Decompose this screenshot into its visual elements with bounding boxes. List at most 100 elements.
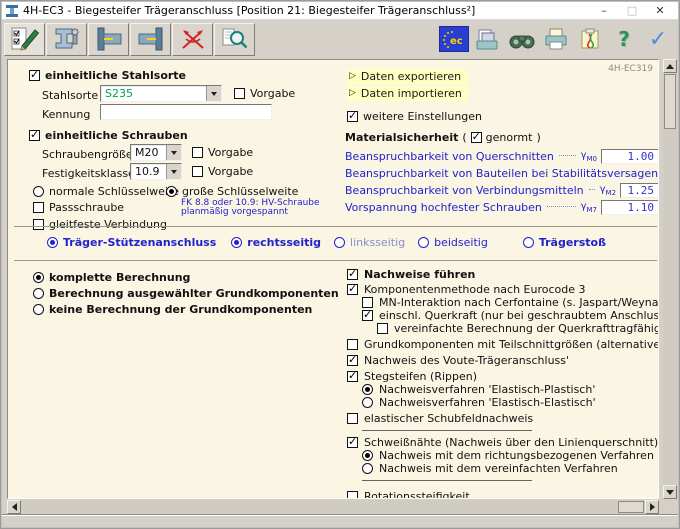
help-icon: ? bbox=[618, 27, 630, 51]
proof-label: Grundkomponenten mit Teilschnittgrößen (… bbox=[364, 338, 659, 351]
preview-button[interactable] bbox=[214, 23, 255, 56]
loads-button[interactable] bbox=[172, 23, 213, 56]
horizontal-scroll-thumb[interactable] bbox=[618, 501, 644, 513]
proof-checkbox[interactable] bbox=[362, 297, 373, 308]
scroll-down-button[interactable] bbox=[663, 485, 677, 499]
traegerstoss-radio[interactable] bbox=[523, 237, 534, 248]
proof-checkbox[interactable] bbox=[347, 491, 358, 499]
i-beam-icon bbox=[52, 26, 82, 52]
proof-item: Nachweisverfahren 'Elastisch-Elastisch' bbox=[362, 396, 657, 409]
magnifier-icon bbox=[220, 26, 250, 52]
scroll-up-button[interactable] bbox=[663, 59, 677, 73]
bolt-class-value: 10.9 bbox=[131, 164, 166, 179]
gamma-m0-value[interactable]: 1.00 bbox=[601, 149, 659, 164]
steel-grade-dropdown-button[interactable] bbox=[206, 86, 221, 101]
uniform-bolts-checkbox[interactable] bbox=[29, 130, 40, 141]
proof-item: vereinfachte Berechnung der Querkrafttra… bbox=[377, 322, 657, 335]
steel-vorgabe-checkbox[interactable] bbox=[234, 88, 245, 99]
vertical-scroll-thumb[interactable] bbox=[664, 74, 676, 129]
proof-checkbox[interactable] bbox=[347, 339, 358, 350]
proof-checkbox[interactable] bbox=[347, 355, 358, 366]
print-button[interactable] bbox=[540, 24, 572, 54]
eurocode-settings-button[interactable]: ec bbox=[438, 24, 470, 54]
proof-label: Nachweis mit dem richtungsbezogenen Verf… bbox=[379, 449, 654, 462]
import-data-link[interactable]: ▷ Daten importieren bbox=[347, 86, 468, 101]
scroll-left-button[interactable] bbox=[7, 500, 21, 514]
proof-checkbox[interactable] bbox=[347, 413, 358, 424]
proof-checkbox[interactable] bbox=[347, 284, 358, 295]
search-button[interactable] bbox=[506, 24, 538, 54]
confirm-button[interactable]: ✓ bbox=[642, 24, 674, 54]
beidseitig-radio[interactable] bbox=[418, 237, 429, 248]
fit-bolt-checkbox[interactable] bbox=[33, 202, 44, 213]
wrench-normal-radio[interactable] bbox=[33, 186, 44, 197]
vertical-scrollbar[interactable] bbox=[663, 59, 677, 499]
connection-left-button[interactable] bbox=[88, 23, 129, 56]
steel-grade-select[interactable]: S235 bbox=[100, 85, 222, 102]
chevron-down-icon bbox=[171, 170, 177, 174]
bolt-size-vorgabe-checkbox[interactable] bbox=[192, 147, 203, 158]
calc-complete-radio[interactable] bbox=[33, 272, 44, 283]
proof-radio[interactable] bbox=[362, 450, 373, 461]
cross-section-button[interactable] bbox=[46, 23, 87, 56]
kennung-input[interactable] bbox=[100, 104, 272, 120]
minimize-button[interactable]: – bbox=[590, 3, 618, 19]
bolt-class-select[interactable]: 10.9 bbox=[130, 163, 182, 180]
proof-label: Nachweis mit dem vereinfachten Verfahren bbox=[379, 462, 618, 475]
calc-selected-label: Berechnung ausgewählter Grundkomponenten bbox=[49, 287, 339, 300]
uniform-steel-checkbox[interactable] bbox=[29, 70, 40, 81]
bolt-class-label: Festigkeitsklasse bbox=[42, 167, 135, 180]
proof-checkbox[interactable] bbox=[377, 323, 388, 334]
checklist-pencil-icon bbox=[10, 26, 40, 52]
wrench-large-radio[interactable] bbox=[166, 186, 177, 197]
proof-checkbox[interactable] bbox=[347, 269, 358, 280]
proof-checkbox[interactable] bbox=[347, 437, 358, 448]
traeger-stuetzen-radio[interactable] bbox=[47, 237, 58, 248]
close-button[interactable]: ✕ bbox=[646, 3, 674, 19]
calc-selected-radio[interactable] bbox=[33, 288, 44, 299]
bolt-size-label: Schraubengröße bbox=[42, 148, 133, 161]
bolt-size-select[interactable]: M20 bbox=[130, 144, 182, 161]
linksseitig-radio[interactable] bbox=[334, 237, 345, 248]
scroll-down-icon bbox=[666, 490, 674, 495]
proof-checkbox[interactable] bbox=[347, 371, 358, 382]
proof-item: MN-Interaktion nach Cerfontaine (s. Jasp… bbox=[362, 296, 657, 309]
proof-radio[interactable] bbox=[362, 463, 373, 474]
calc-complete-label: komplette Berechnung bbox=[49, 271, 190, 284]
rechtsseitig-radio[interactable] bbox=[231, 237, 242, 248]
bolt-class-dropdown-button[interactable] bbox=[166, 164, 181, 179]
help-button[interactable]: ? bbox=[608, 24, 640, 54]
horizontal-scrollbar[interactable] bbox=[7, 500, 659, 514]
proof-radio[interactable] bbox=[362, 397, 373, 408]
protocol-button[interactable] bbox=[574, 24, 606, 54]
copy-output-button[interactable] bbox=[472, 24, 504, 54]
scroll-left-icon bbox=[12, 503, 17, 511]
proof-radio[interactable] bbox=[362, 384, 373, 395]
proof-item: einschl. Querkraft (nur bei geschraubtem… bbox=[362, 309, 657, 322]
fit-bolt-label: Passschraube bbox=[49, 201, 124, 214]
bolt-class-vorgabe-checkbox[interactable] bbox=[192, 166, 203, 177]
connection-right-button[interactable] bbox=[130, 23, 171, 56]
genormt-checkbox[interactable] bbox=[471, 132, 482, 143]
export-data-link[interactable]: ▷ Daten exportieren bbox=[347, 69, 467, 84]
copy-pages-icon bbox=[475, 27, 501, 51]
calc-none-radio[interactable] bbox=[33, 304, 44, 315]
gamma-row-label: Vorspannung hochfester Schrauben bbox=[345, 201, 542, 214]
proof-checkbox[interactable] bbox=[362, 310, 373, 321]
gamma-m2-value[interactable]: 1.25 bbox=[620, 183, 659, 198]
proof-item: Schweißnähte (Nachweis über den Linienqu… bbox=[347, 436, 657, 449]
bolt-size-value: M20 bbox=[131, 145, 166, 160]
proof-item: Nachweis des Voute-Trägeranschluss' bbox=[347, 354, 657, 367]
beidseitig-label: beidseitig bbox=[434, 236, 488, 249]
window-bottom-border bbox=[2, 514, 678, 527]
edit-input-button[interactable] bbox=[4, 23, 45, 56]
gamma-row-m0: Beanspruchbarkeit von Querschnitten γM0 … bbox=[345, 148, 659, 165]
more-settings-checkbox[interactable] bbox=[347, 111, 358, 122]
scroll-right-button[interactable] bbox=[645, 500, 659, 514]
gamma-m7-value[interactable]: 1.10 bbox=[601, 200, 659, 215]
maximize-button[interactable]: □ bbox=[618, 3, 646, 19]
proof-label: MN-Interaktion nach Cerfontaine (s. Jasp… bbox=[379, 296, 659, 309]
slip-resistant-checkbox[interactable] bbox=[33, 219, 44, 230]
bolt-size-dropdown-button[interactable] bbox=[166, 145, 181, 160]
chevron-down-icon bbox=[211, 92, 217, 96]
